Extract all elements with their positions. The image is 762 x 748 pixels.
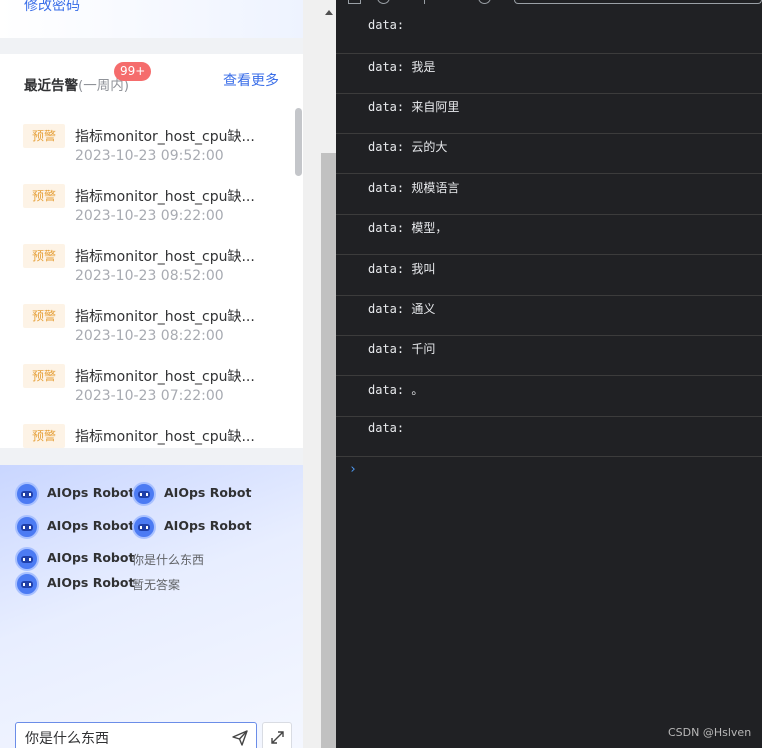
alarm-text: 指标monitor_host_cpu缺... — [75, 429, 255, 445]
change-password-link[interactable]: 修改密码 — [24, 0, 80, 15]
alarm-count-badge: 99+ — [114, 62, 152, 81]
left-panel: 修改密码 最近告警(一周内) 99+ 查看更多 预警 指标monitor_hos… — [0, 0, 303, 748]
warning-tag: 预警 — [23, 424, 65, 448]
alarm-item[interactable]: 预警 指标monitor_host_cpu缺... 2023-10-23 09:… — [0, 124, 290, 184]
robot-avatar-icon — [15, 547, 39, 571]
console-log-row: data: 我是 — [336, 54, 762, 94]
console-prompt-icon[interactable]: › — [349, 462, 357, 477]
alarm-item[interactable]: 预警 指标monitor_host_cpu缺... 2023-10-23 08:… — [0, 244, 290, 304]
console-log-text: data: 千问 — [368, 342, 436, 356]
console-log-row: data: — [336, 417, 762, 457]
console-log-row: data: — [336, 14, 762, 54]
console-log-text: data: — [368, 421, 405, 435]
warning-tag: 预警 — [23, 304, 65, 328]
expand-icon — [271, 731, 284, 744]
console-log-text: data: — [368, 18, 405, 32]
recent-alarms-card: 最近告警(一周内) 99+ 查看更多 预警 指标monitor_host_cpu… — [0, 54, 303, 448]
console-log-text: data: 云的大 — [368, 140, 448, 154]
alarm-list-scrollbar[interactable] — [295, 108, 302, 176]
profile-card: 修改密码 — [0, 0, 303, 38]
console-log-row: data: 来自阿里 — [336, 94, 762, 134]
console-log-text: data: 来自阿里 — [368, 100, 460, 114]
robot-name: AIOps Robot — [164, 518, 252, 533]
alarm-time: 2023-10-23 09:22:00 — [75, 208, 224, 224]
alarm-item[interactable]: 预警 指标monitor_host_cpu缺... 2023-10-23 09:… — [0, 184, 290, 244]
console-log-row: data: 千问 — [336, 336, 762, 376]
toolbar-icon[interactable] — [478, 0, 491, 4]
console-log-row: data: 我叫 — [336, 256, 762, 296]
alarm-title-text: 最近告警 — [24, 78, 78, 94]
console-filter-input[interactable] — [514, 0, 762, 4]
toolbar-icon[interactable] — [377, 0, 390, 4]
alarm-time: 2023-10-23 08:52:00 — [75, 268, 224, 284]
toolbar-icon[interactable] — [424, 0, 432, 4]
robot-name: AIOps Robot — [47, 485, 135, 500]
alarm-item[interactable]: 预警 指标monitor_host_cpu缺... — [0, 424, 290, 448]
devtools-console: data: data: 我是 data: 来自阿里 data: 云的大 data… — [336, 0, 762, 748]
toolbar-icon[interactable] — [348, 0, 361, 4]
console-log-text: data: 我叫 — [368, 262, 436, 276]
alarm-time: 2023-10-23 09:52:00 — [75, 148, 224, 164]
console-log-text: data: 我是 — [368, 60, 436, 74]
robot-avatar-icon — [132, 515, 156, 539]
console-log-row: data: 云的大 — [336, 134, 762, 174]
page-scrollbar-thumb[interactable] — [321, 153, 336, 748]
console-log-row: data: 模型， — [336, 215, 762, 255]
watermark: CSDN @Hslven — [668, 726, 752, 739]
alarm-text: 指标monitor_host_cpu缺... — [75, 309, 255, 325]
view-more-link[interactable]: 查看更多 — [223, 70, 279, 90]
scroll-up-arrow-icon[interactable] — [325, 10, 333, 15]
alarm-time: 2023-10-23 07:22:00 — [75, 388, 224, 404]
warning-tag: 预警 — [23, 244, 65, 268]
robot-avatar-icon — [15, 572, 39, 596]
alarm-text: 指标monitor_host_cpu缺... — [75, 129, 255, 145]
chat-input[interactable] — [25, 728, 215, 748]
alarm-text: 指标monitor_host_cpu缺... — [75, 189, 255, 205]
alarm-item[interactable]: 预警 指标monitor_host_cpu缺... 2023-10-23 07:… — [0, 364, 290, 424]
chat-message-text: 暂无答案 — [132, 578, 181, 592]
alarm-card-title: 最近告警(一周内) — [24, 74, 129, 94]
warning-tag: 预警 — [23, 124, 65, 148]
console-log-text: data: 模型， — [368, 221, 448, 235]
robot-name: AIOps Robot — [47, 575, 135, 590]
console-log-text: data: 。 — [368, 383, 424, 397]
alarm-text: 指标monitor_host_cpu缺... — [75, 369, 255, 385]
console-toolbar — [336, 0, 762, 8]
chat-panel: AIOps Robot AIOps Robot AIOps Robot AIOp… — [0, 465, 303, 748]
warning-tag: 预警 — [23, 184, 65, 208]
console-log-text: data: 通义 — [368, 302, 436, 316]
warning-tag: 预警 — [23, 364, 65, 388]
console-log-text: data: 规模语言 — [368, 181, 460, 195]
console-log-row: data: 通义 — [336, 296, 762, 336]
expand-button[interactable] — [262, 722, 292, 748]
alarm-time: 2023-10-23 08:22:00 — [75, 328, 224, 344]
robot-avatar-icon — [15, 515, 39, 539]
robot-avatar-icon — [132, 482, 156, 506]
alarm-item[interactable]: 预警 指标monitor_host_cpu缺... 2023-10-23 08:… — [0, 304, 290, 364]
robot-name: AIOps Robot — [47, 550, 135, 565]
send-icon[interactable] — [231, 729, 249, 747]
console-log-row: data: 规模语言 — [336, 175, 762, 215]
robot-name: AIOps Robot — [47, 518, 135, 533]
chat-input-box — [15, 722, 257, 748]
alarm-text: 指标monitor_host_cpu缺... — [75, 249, 255, 265]
robot-avatar-icon — [15, 482, 39, 506]
chat-message-text: 你是什么东西 — [132, 553, 205, 567]
console-log-row: data: 。 — [336, 377, 762, 417]
robot-name: AIOps Robot — [164, 485, 252, 500]
